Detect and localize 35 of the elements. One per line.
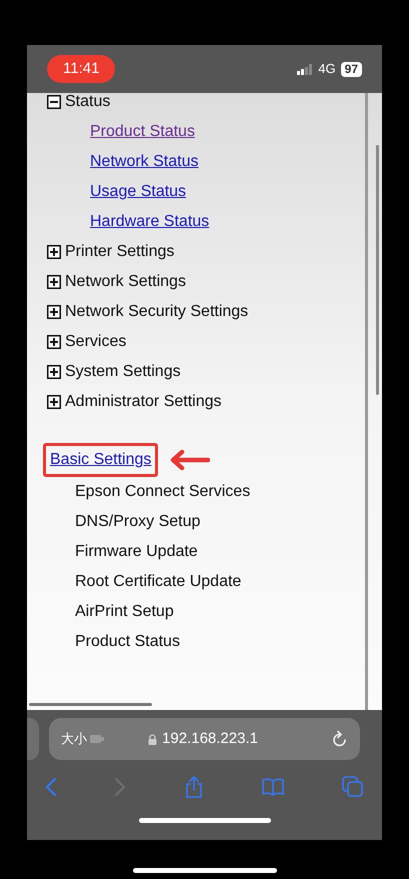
expand-icon[interactable]	[47, 395, 61, 409]
settings-item[interactable]: Root Certificate Update	[75, 570, 242, 594]
basic-settings-link[interactable]: Basic Settings	[43, 443, 158, 477]
clock-time: 11:41	[47, 54, 116, 84]
menu-section[interactable]: Printer Settings	[65, 240, 174, 264]
lock-icon	[148, 734, 158, 744]
expand-icon[interactable]	[47, 335, 61, 349]
menu-section[interactable]: Administrator Settings	[65, 390, 222, 414]
settings-item[interactable]: Epson Connect Services	[75, 480, 250, 504]
url-text[interactable]: 192.168.223.1	[162, 728, 258, 750]
menu-section[interactable]: System Settings	[65, 360, 181, 384]
address-bar[interactable]: 大小 192.168.223.1	[49, 718, 360, 760]
menu-section[interactable]: Services	[65, 330, 126, 354]
status-link[interactable]: Network Status	[90, 150, 198, 174]
reload-icon[interactable]	[332, 730, 348, 748]
signal-icon	[297, 64, 314, 74]
battery-level: 97	[340, 62, 362, 76]
expand-icon[interactable]	[47, 245, 61, 259]
settings-item[interactable]: Firmware Update	[75, 540, 198, 564]
arrow-icon	[168, 449, 210, 471]
settings-item[interactable]: Product Status	[75, 630, 180, 654]
settings-item[interactable]: AirPrint Setup	[75, 600, 174, 624]
collapse-icon[interactable]	[47, 95, 61, 109]
menu-section[interactable]: Status	[65, 93, 110, 114]
status-link[interactable]: Usage Status	[90, 180, 186, 204]
expand-icon[interactable]	[47, 305, 61, 319]
menu-section[interactable]: Network Settings	[65, 270, 186, 294]
expand-icon[interactable]	[47, 275, 61, 289]
network-type: 4G	[318, 60, 336, 78]
status-link[interactable]: Hardware Status	[90, 210, 210, 234]
settings-item[interactable]: DNS/Proxy Setup	[75, 510, 200, 534]
page-size-label[interactable]: 大小	[61, 729, 87, 749]
status-link[interactable]: Product Status	[90, 120, 195, 144]
menu-section[interactable]: Network Security Settings	[65, 300, 248, 324]
expand-icon[interactable]	[47, 365, 61, 379]
